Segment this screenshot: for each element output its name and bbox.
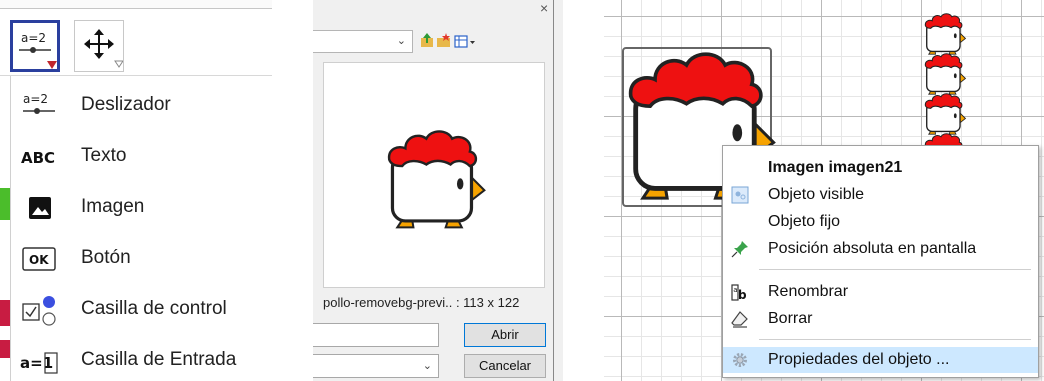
graphics-view[interactable]: Imagen imagen21 Objeto visible Objeto fi… — [604, 0, 1044, 381]
slider-icon: a=2 — [19, 31, 57, 69]
tool-label: Deslizador — [81, 94, 171, 115]
tool-item-checkbox[interactable]: Casilla de control — [11, 284, 273, 335]
tool-label: Casilla de Entrada — [81, 349, 237, 370]
dialog-edge — [553, 0, 554, 381]
move-tool-button[interactable] — [74, 20, 124, 72]
up-folder-icon[interactable] — [421, 33, 433, 47]
rename-icon: a b — [731, 284, 747, 301]
tool-label: Botón — [81, 247, 131, 268]
visible-icon — [731, 186, 749, 204]
side-marker-red — [0, 340, 10, 358]
menu-item-properties[interactable]: Propiedades del objeto ... — [723, 347, 1038, 373]
new-folder-icon[interactable] — [437, 33, 450, 47]
toolbox-panel: a=2 a=2 Deslizador ABC Texto Imagen OK B… — [0, 0, 272, 381]
checkbox-icon — [22, 296, 56, 326]
image-preview — [323, 62, 545, 288]
menu-separator — [759, 269, 1031, 270]
preview-caption: pollo-removebg-previ.. : 113 x 122 — [323, 295, 520, 310]
svg-text:a: a — [733, 286, 737, 294]
tool-menu: a=2 Deslizador ABC Texto Imagen OK Botón… — [10, 76, 272, 381]
menu-item-label: Objeto fijo — [768, 213, 841, 230]
tool-label: Casilla de control — [81, 298, 227, 319]
input-box-icon: a=1 — [20, 352, 58, 374]
side-marker-green — [0, 188, 10, 220]
file-open-dialog: × ⌄ pollo-removebg-previ.. : 113 x 122 ⌄… — [313, 0, 563, 381]
tool-item-image[interactable]: Imagen — [11, 182, 273, 233]
menu-item-absolute-position[interactable]: Posición absoluta en pantalla — [723, 236, 1038, 262]
menu-item-rename[interactable]: a b Renombrar — [723, 279, 1038, 305]
toolbar-top-edge — [0, 0, 272, 9]
gear-icon — [733, 353, 747, 367]
chevron-down-icon: ⌄ — [396, 35, 406, 47]
open-button[interactable]: Abrir — [464, 323, 546, 347]
menu-item-label: Borrar — [768, 310, 813, 327]
menu-item-label: Propiedades del objeto ... — [768, 351, 950, 368]
context-menu: Imagen imagen21 Objeto visible Objeto fi… — [722, 145, 1039, 378]
dialog-toolbar-icons — [421, 33, 475, 48]
tool-item-slider[interactable]: a=2 Deslizador — [11, 80, 273, 131]
file-name-input[interactable] — [313, 323, 439, 347]
svg-text:ABC: ABC — [21, 149, 55, 167]
menu-item-label: Posición absoluta en pantalla — [768, 240, 977, 257]
text-icon: ABC — [21, 149, 55, 167]
pin-icon — [731, 241, 748, 258]
tool-item-button[interactable]: OK Botón — [11, 233, 273, 284]
menu-item-label: Objeto visible — [768, 186, 865, 203]
svg-text:a=2: a=2 — [23, 92, 48, 106]
svg-text:a=2: a=2 — [21, 31, 46, 45]
cancel-button[interactable]: Cancelar — [464, 354, 546, 378]
menu-item-fixed[interactable]: Objeto fijo — [723, 209, 1038, 235]
view-menu-icon[interactable] — [454, 35, 475, 48]
tool-label: Texto — [81, 145, 127, 166]
slider-icon: a=2 — [23, 92, 55, 114]
eraser-icon — [731, 311, 748, 328]
chevron-down-icon: ⌄ — [422, 360, 432, 372]
folder-dropdown[interactable]: ⌄ — [313, 30, 413, 53]
button-icon: OK — [22, 247, 56, 271]
toolbar: a=2 — [0, 0, 272, 76]
tool-item-text[interactable]: ABC Texto — [11, 131, 273, 182]
menu-item-visible[interactable]: Objeto visible — [723, 182, 1038, 208]
chicken-preview-image — [387, 129, 486, 230]
image-icon — [29, 197, 51, 219]
tool-label: Imagen — [81, 196, 145, 217]
menu-item-delete[interactable]: Borrar — [723, 306, 1038, 332]
side-marker-red — [0, 300, 10, 326]
move-arrows-icon — [84, 29, 123, 68]
svg-text:OK: OK — [29, 253, 49, 267]
file-type-dropdown[interactable]: ⌄ — [313, 354, 439, 378]
tool-item-input-box[interactable]: a=1 Casilla de Entrada — [11, 335, 273, 381]
svg-text:b: b — [738, 288, 747, 301]
menu-separator — [759, 339, 1031, 340]
svg-text:a=1: a=1 — [20, 354, 53, 372]
slider-tool-button[interactable]: a=2 — [10, 20, 60, 72]
close-icon[interactable]: × — [540, 0, 552, 16]
context-menu-title: Imagen imagen21 — [768, 159, 903, 176]
menu-item-label: Renombrar — [768, 283, 849, 300]
